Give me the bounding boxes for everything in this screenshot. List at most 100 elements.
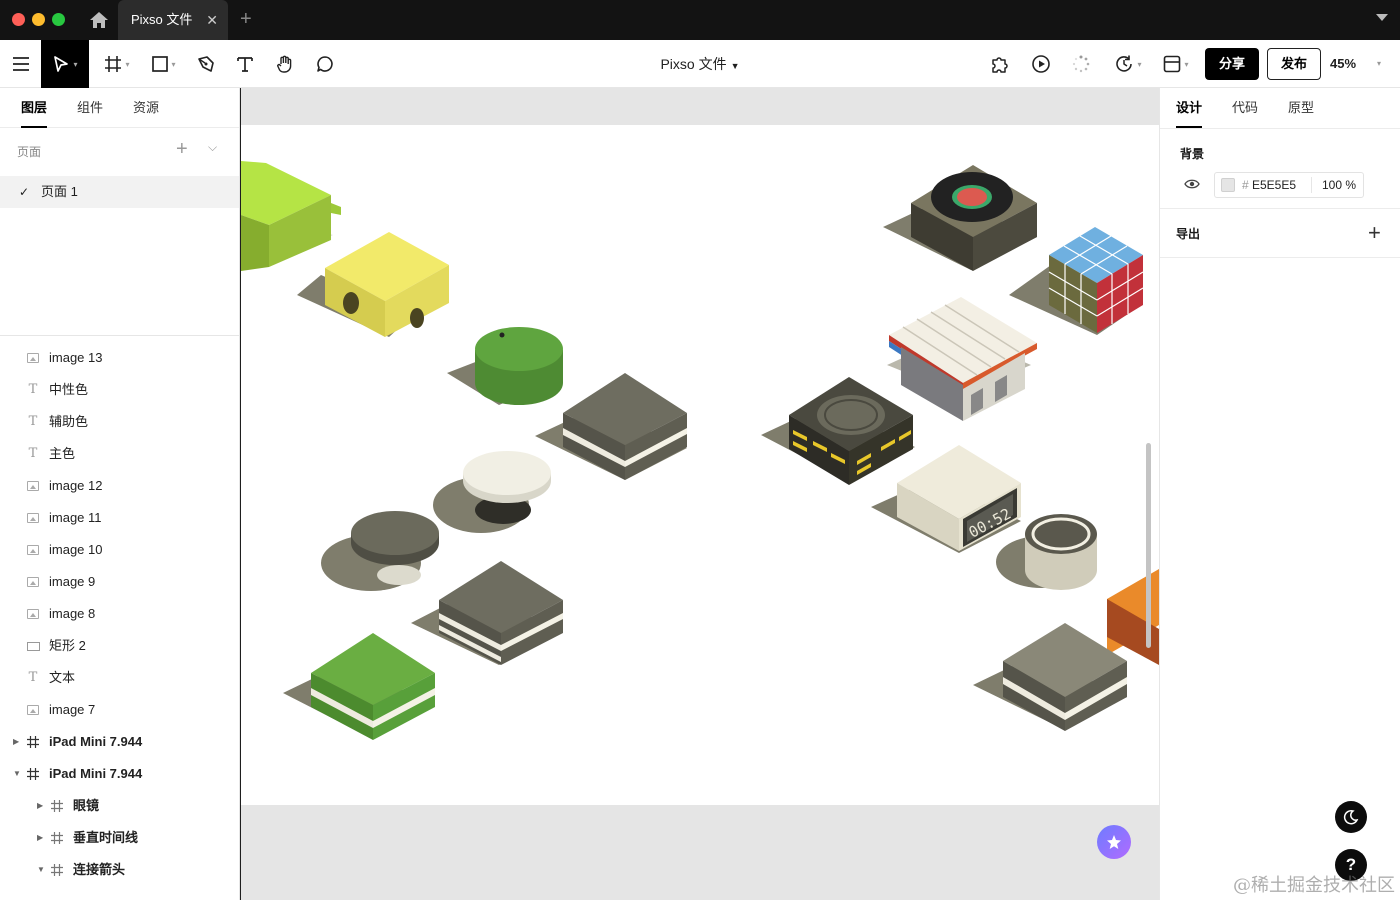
close-tab-icon[interactable]: ✕ xyxy=(206,0,218,40)
layer-item[interactable]: image 7 xyxy=(0,694,239,726)
expand-arrow-icon[interactable]: ▶ xyxy=(37,822,43,854)
layer-item[interactable]: T 中性色 xyxy=(0,374,239,406)
share-button[interactable]: 分享 xyxy=(1205,48,1259,80)
ai-assistant-button[interactable] xyxy=(1097,825,1131,859)
tab-components[interactable]: 组件 xyxy=(77,88,103,128)
layer-item[interactable]: ▶ 垂直时间线 xyxy=(0,822,239,854)
plugin-button[interactable] xyxy=(986,40,1014,88)
zoom-dropdown-icon[interactable]: ▾ xyxy=(1377,40,1381,88)
layer-item[interactable]: 矩形 2 xyxy=(0,630,239,662)
close-window-button[interactable] xyxy=(12,13,25,26)
new-tab-button[interactable]: + xyxy=(240,8,252,31)
pen-tool-button[interactable] xyxy=(192,40,220,88)
text-tool-button[interactable] xyxy=(231,40,259,88)
collapse-pages-icon[interactable]: ⌵ xyxy=(208,140,217,155)
tab-design[interactable]: 设计 xyxy=(1176,88,1203,128)
comment-tool-button[interactable] xyxy=(310,40,340,88)
layer-name: image 10 xyxy=(49,542,103,557)
layer-item[interactable]: image 11 xyxy=(0,502,239,534)
layer-name: 辅助色 xyxy=(49,414,89,429)
tab-code[interactable]: 代码 xyxy=(1232,88,1258,128)
layout-button[interactable]: ▾ xyxy=(1158,40,1194,88)
pen-tool-icon xyxy=(198,56,214,72)
file-tab-title: Pixso 文件 xyxy=(131,12,193,27)
layer-item[interactable]: T 主色 xyxy=(0,438,239,470)
divider xyxy=(0,335,239,336)
image-layer-icon xyxy=(26,534,40,566)
theme-toggle-button[interactable] xyxy=(1335,801,1367,833)
tab-layers[interactable]: 图层 xyxy=(21,88,48,128)
collapse-arrow-icon[interactable]: ▼ xyxy=(37,854,45,886)
orange-block xyxy=(1107,569,1159,665)
move-tool-icon xyxy=(54,56,69,72)
minimize-window-button[interactable] xyxy=(32,13,45,26)
layer-item[interactable]: T 文本 xyxy=(0,662,239,694)
vertical-scrollbar[interactable] xyxy=(1146,443,1151,648)
main-menu-button[interactable] xyxy=(0,40,41,88)
layer-item[interactable]: ▶ 眼镜 xyxy=(0,790,239,822)
add-export-icon[interactable]: + xyxy=(1368,220,1381,246)
window-menu-icon[interactable] xyxy=(1376,14,1388,21)
tab-prototype[interactable]: 原型 xyxy=(1288,88,1314,128)
layer-item[interactable]: image 12 xyxy=(0,470,239,502)
layer-name: image 12 xyxy=(49,478,103,493)
layer-name: 眼镜 xyxy=(73,798,100,813)
zoom-level[interactable]: 45% xyxy=(1330,40,1356,88)
hand-tool-button[interactable] xyxy=(270,40,300,88)
canvas[interactable]: 00:52 xyxy=(241,88,1159,900)
olive-stack-block-3 xyxy=(973,623,1127,731)
move-tool-button[interactable]: ▾ xyxy=(41,40,89,88)
layer-item[interactable]: image 9 xyxy=(0,566,239,598)
layer-item[interactable]: ▼ iPad Mini 7.944 xyxy=(0,758,239,790)
play-icon xyxy=(1032,55,1050,73)
layer-item[interactable]: image 10 xyxy=(0,534,239,566)
layout-icon xyxy=(1164,55,1181,73)
shape-tool-button[interactable]: ▾ xyxy=(146,40,182,88)
image-layer-icon xyxy=(26,470,40,502)
layer-name: 主色 xyxy=(49,446,76,461)
add-page-icon[interactable]: + xyxy=(176,138,188,161)
file-tab[interactable]: Pixso 文件 ✕ xyxy=(118,0,228,40)
frame-layer-icon xyxy=(50,790,64,822)
maximize-window-button[interactable] xyxy=(52,13,65,26)
menu-icon xyxy=(12,57,29,71)
green-stack-block xyxy=(283,633,435,740)
eye-icon[interactable] xyxy=(1184,177,1200,191)
background-hex-input[interactable]: E5E5E5 xyxy=(1252,173,1296,197)
color-swatch[interactable] xyxy=(1221,178,1235,192)
page-item-label: 页面 1 xyxy=(41,184,78,199)
background-color-field[interactable]: # E5E5E5 100 % xyxy=(1214,172,1364,198)
history-icon xyxy=(1116,55,1133,72)
layer-name: image 13 xyxy=(49,350,103,365)
export-section-title: 导出 xyxy=(1176,227,1201,241)
file-title-dropdown[interactable]: Pixso 文件 ▼ xyxy=(640,40,760,88)
tab-assets[interactable]: 资源 xyxy=(133,88,159,128)
history-button[interactable]: ▾ xyxy=(1110,40,1146,88)
toolbar: ▾ ▾ ▾ Pixso 文件 ▼ ▾ ▾ 分享 发布 45% ▾ xyxy=(0,40,1400,88)
home-icon[interactable] xyxy=(88,10,110,30)
green-block xyxy=(241,161,341,271)
layer-item[interactable]: image 8 xyxy=(0,598,239,630)
artboard[interactable]: 00:52 xyxy=(241,125,1159,805)
shape-tool-icon xyxy=(152,56,169,72)
layer-item[interactable]: ▼ 连接箭头 xyxy=(0,854,239,886)
page-item[interactable]: ✓ 页面 1 xyxy=(0,176,239,208)
collapse-arrow-icon[interactable]: ▼ xyxy=(13,758,21,790)
layer-name: image 7 xyxy=(49,702,96,717)
cream-table xyxy=(433,451,551,533)
layer-item[interactable]: T 辅助色 xyxy=(0,406,239,438)
frame-tool-button[interactable]: ▾ xyxy=(99,40,135,88)
layer-item[interactable]: image 13 xyxy=(0,342,239,374)
right-panel-tabs: 设计 代码 原型 xyxy=(1160,88,1400,128)
left-panel-tabs: 图层 组件 资源 xyxy=(0,88,239,128)
expand-arrow-icon[interactable]: ▶ xyxy=(13,726,19,758)
present-button[interactable] xyxy=(1027,40,1055,88)
expand-arrow-icon[interactable]: ▶ xyxy=(37,790,43,822)
properties-panel: 设计 代码 原型 背景 # E5E5E5 100 % 导出 + xyxy=(1159,88,1400,900)
background-opacity-input[interactable]: 100 % xyxy=(1322,173,1356,197)
chevron-down-icon: ▼ xyxy=(730,61,740,71)
frame-layer-icon xyxy=(50,854,64,886)
publish-button[interactable]: 发布 xyxy=(1267,48,1321,80)
sync-status xyxy=(1067,40,1095,88)
layer-item[interactable]: ▶ iPad Mini 7.944 xyxy=(0,726,239,758)
